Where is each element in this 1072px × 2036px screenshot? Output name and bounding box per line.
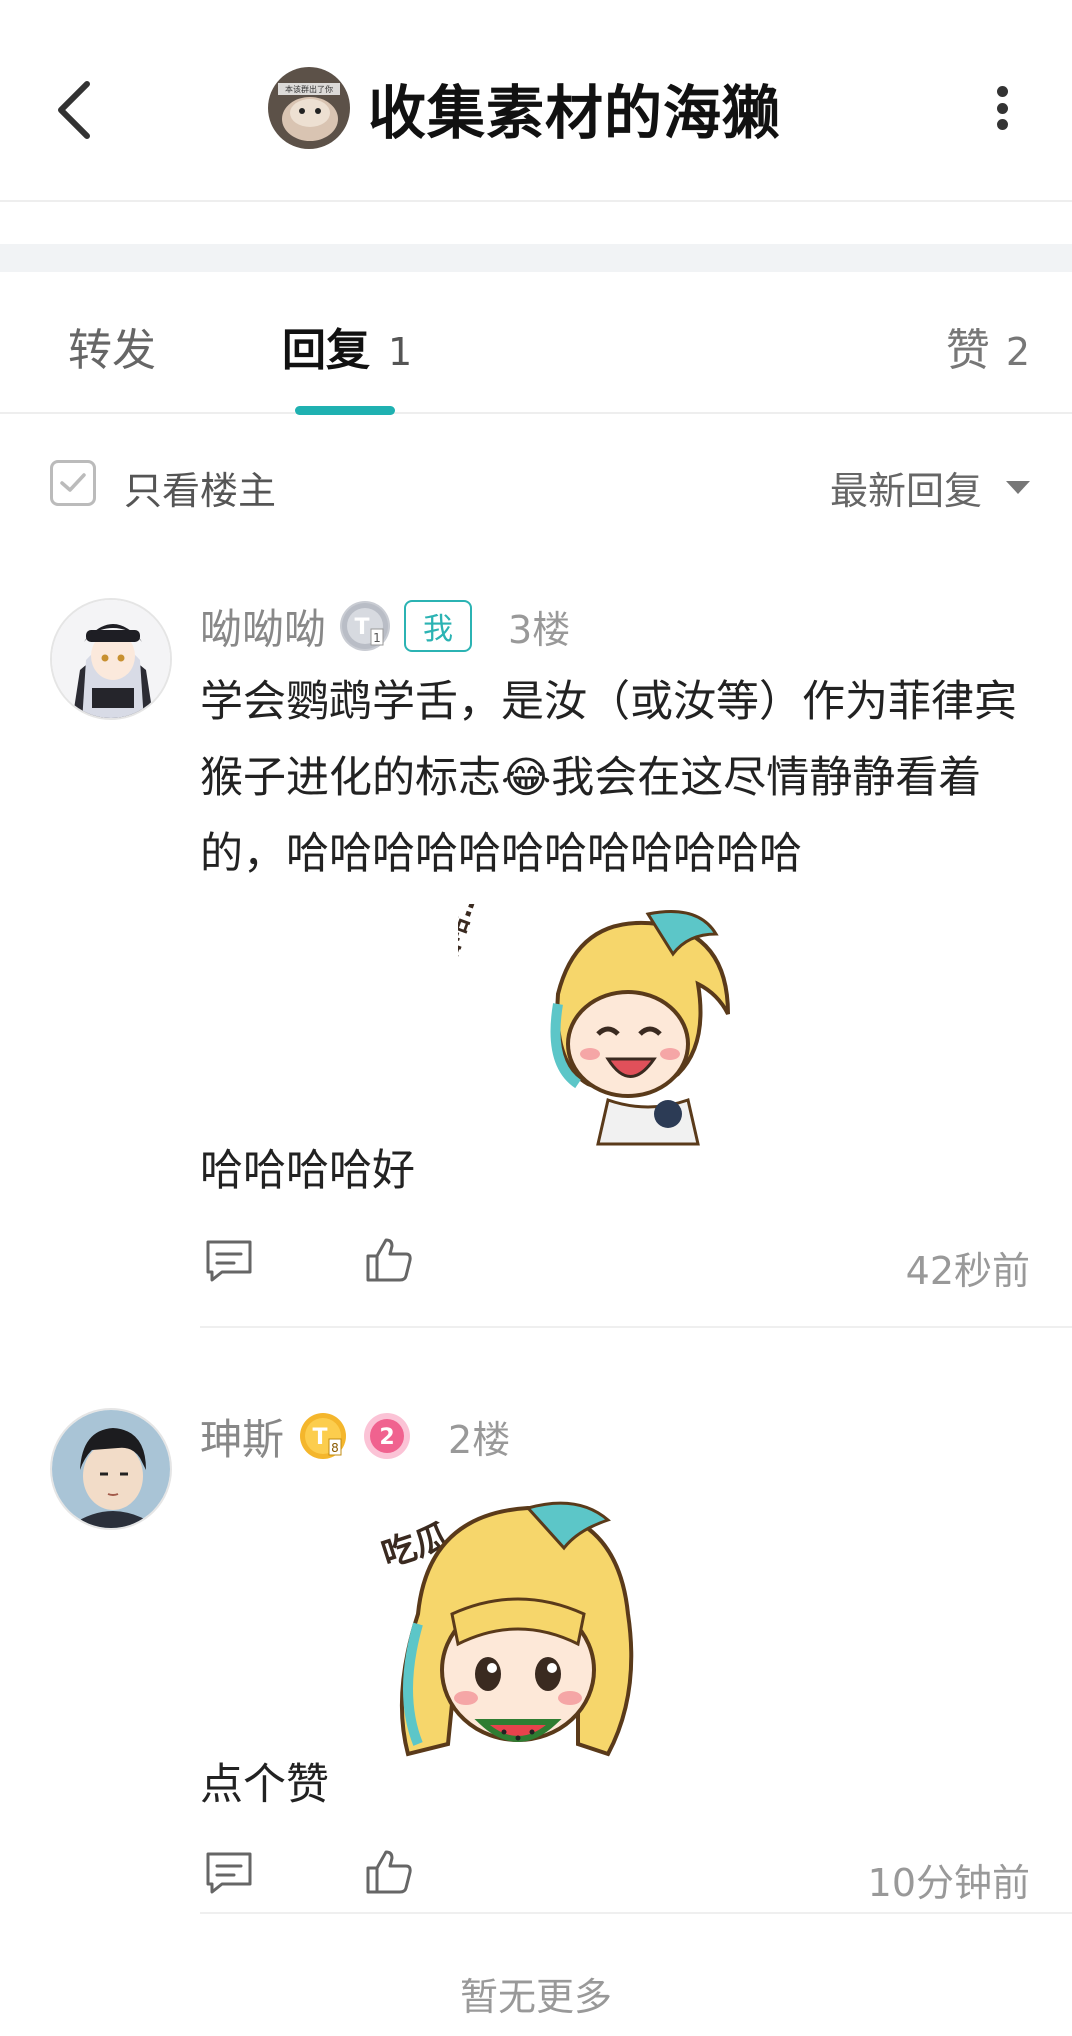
thumbs-up-icon <box>366 1238 412 1282</box>
author-avatar[interactable]: 本该群出了你 <box>268 67 350 149</box>
comment-button[interactable] <box>204 1850 254 1896</box>
level-badge: T 8 <box>298 1411 348 1461</box>
floor-number: 3楼 <box>508 607 571 652</box>
check-icon <box>60 473 86 492</box>
chevron-left-icon <box>58 81 90 139</box>
me-tag: 我 <box>404 600 473 652</box>
username[interactable]: 珅斯 <box>200 1406 284 1467</box>
reply-divider <box>200 1326 1072 1328</box>
svg-text:2: 2 <box>379 1425 394 1450</box>
comment-icon <box>206 1852 252 1894</box>
fan-level-badge: 2 <box>362 1411 412 1461</box>
sort-dropdown[interactable]: 最新回复 <box>830 460 1030 515</box>
tab-forward[interactable]: 转发 <box>68 314 156 378</box>
svg-text:本该群出了你: 本该群出了你 <box>285 84 333 94</box>
caret-down-icon <box>1006 481 1030 494</box>
tab-reply-count: 1 <box>388 330 413 374</box>
floor-number: 2楼 <box>448 1417 511 1462</box>
reply-divider <box>200 1912 1072 1914</box>
tab-bar: 转发 回复 1 赞 2 <box>0 272 1072 415</box>
section-divider <box>0 244 1072 272</box>
reply-item: 珅斯 T 8 2 2楼 吃瓜… 点个赞 10分钟前 <box>0 1334 1072 1924</box>
sticker-eating-watermelon[interactable]: 吃瓜… <box>377 1494 648 1784</box>
avatar[interactable] <box>50 1408 172 1530</box>
reply-time: 10分钟前 <box>867 1861 1030 1905</box>
tab-like-count: 2 <box>1005 330 1030 374</box>
reply-tail-text: 点个赞 <box>200 1760 329 1810</box>
thumbs-up-icon <box>366 1850 412 1894</box>
reply-page: 本该群出了你 收集素材的海獭 转发 回复 1 赞 2 只看楼主 最新回复 呦呦呦… <box>0 0 1072 2036</box>
filter-row: 只看楼主 最新回复 <box>0 414 1072 554</box>
reply-meta: 呦呦呦 T 1 我 3楼 <box>200 596 570 656</box>
reply-time: 42秒前 <box>905 1249 1030 1293</box>
like-button[interactable] <box>364 1848 414 1896</box>
reply-tail-text: 哈哈哈哈好 <box>200 1146 415 1196</box>
like-button[interactable] <box>364 1236 414 1284</box>
back-button[interactable] <box>40 70 110 150</box>
svg-text:哈哈哈哈哈…: 哈哈哈哈哈… <box>458 904 485 1043</box>
avatar[interactable] <box>50 598 172 720</box>
page-title: 收集素材的海獭 <box>368 79 782 147</box>
svg-text:8: 8 <box>331 1441 339 1455</box>
only-op-label[interactable]: 只看楼主 <box>124 460 276 515</box>
svg-text:T: T <box>355 615 370 640</box>
sort-label: 最新回复 <box>829 469 982 513</box>
svg-text:T: T <box>313 1425 328 1450</box>
reply-item: 呦呦呦 T 1 我 3楼 学会鹦鹉学舌，是汝（或汝等）作为菲律宾猴子进化的标志😂… <box>0 554 1072 1334</box>
tab-reply[interactable]: 回复 1 <box>282 314 412 378</box>
reply-text: 学会鹦鹉学舌，是汝（或汝等）作为菲律宾猴子进化的标志😂我会在这尽情静静看着的，哈… <box>200 677 1017 879</box>
sticker-laughing[interactable]: 哈哈哈哈哈… <box>403 886 758 1154</box>
tab-forward-label: 转发 <box>68 325 156 376</box>
username[interactable]: 呦呦呦 <box>200 596 326 657</box>
more-button[interactable] <box>990 86 1014 130</box>
top-bar: 本该群出了你 收集素材的海獭 <box>0 0 1072 202</box>
tab-reply-label: 回复 <box>282 325 370 376</box>
comment-button[interactable] <box>204 1238 254 1284</box>
level-badge: T 1 <box>340 601 391 651</box>
comment-icon <box>206 1240 252 1282</box>
author-title[interactable]: 本该群出了你 收集素材的海獭 <box>268 65 781 151</box>
more-vertical-icon <box>996 86 1008 97</box>
svg-text:1: 1 <box>373 631 381 645</box>
tab-like-label: 赞 <box>945 325 990 376</box>
tab-like[interactable]: 赞 2 <box>946 314 1030 378</box>
only-op-checkbox[interactable] <box>50 460 96 506</box>
reply-meta: 珅斯 T 8 2 2楼 <box>200 1406 510 1466</box>
no-more-label: 暂无更多 <box>459 1975 612 2019</box>
